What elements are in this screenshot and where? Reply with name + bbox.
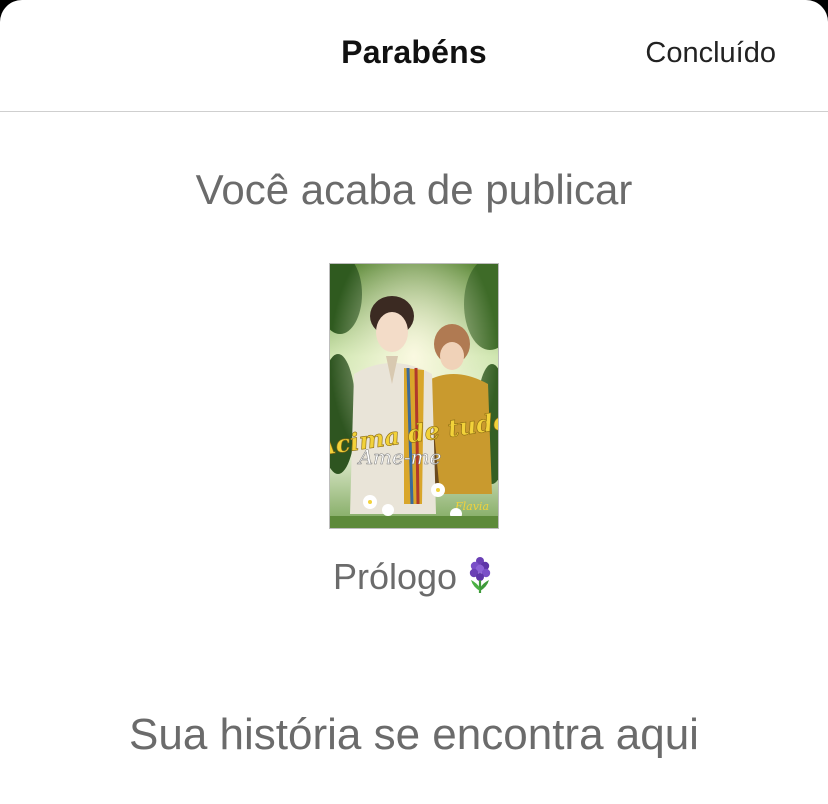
story-cover-image[interactable]: Acima de tudo Ame-me Flavia xyxy=(330,264,498,528)
cover-subtitle-art: Ame-me xyxy=(357,445,442,469)
cover-artwork: Acima de tudo Ame-me Flavia xyxy=(330,264,498,528)
chapter-title: Prólogo xyxy=(332,556,458,597)
published-headline: Você acaba de publicar xyxy=(195,166,633,213)
hyacinth-icon xyxy=(465,555,495,595)
publish-success-sheet: Parabéns Concluído Você acaba de publica… xyxy=(0,0,828,804)
done-button[interactable]: Concluído xyxy=(645,37,776,70)
chapter-title-row: Prólogo xyxy=(0,556,828,599)
story-location-text: Sua história se encontra aqui xyxy=(129,710,699,759)
navigation-bar: Parabéns Concluído xyxy=(0,0,828,112)
